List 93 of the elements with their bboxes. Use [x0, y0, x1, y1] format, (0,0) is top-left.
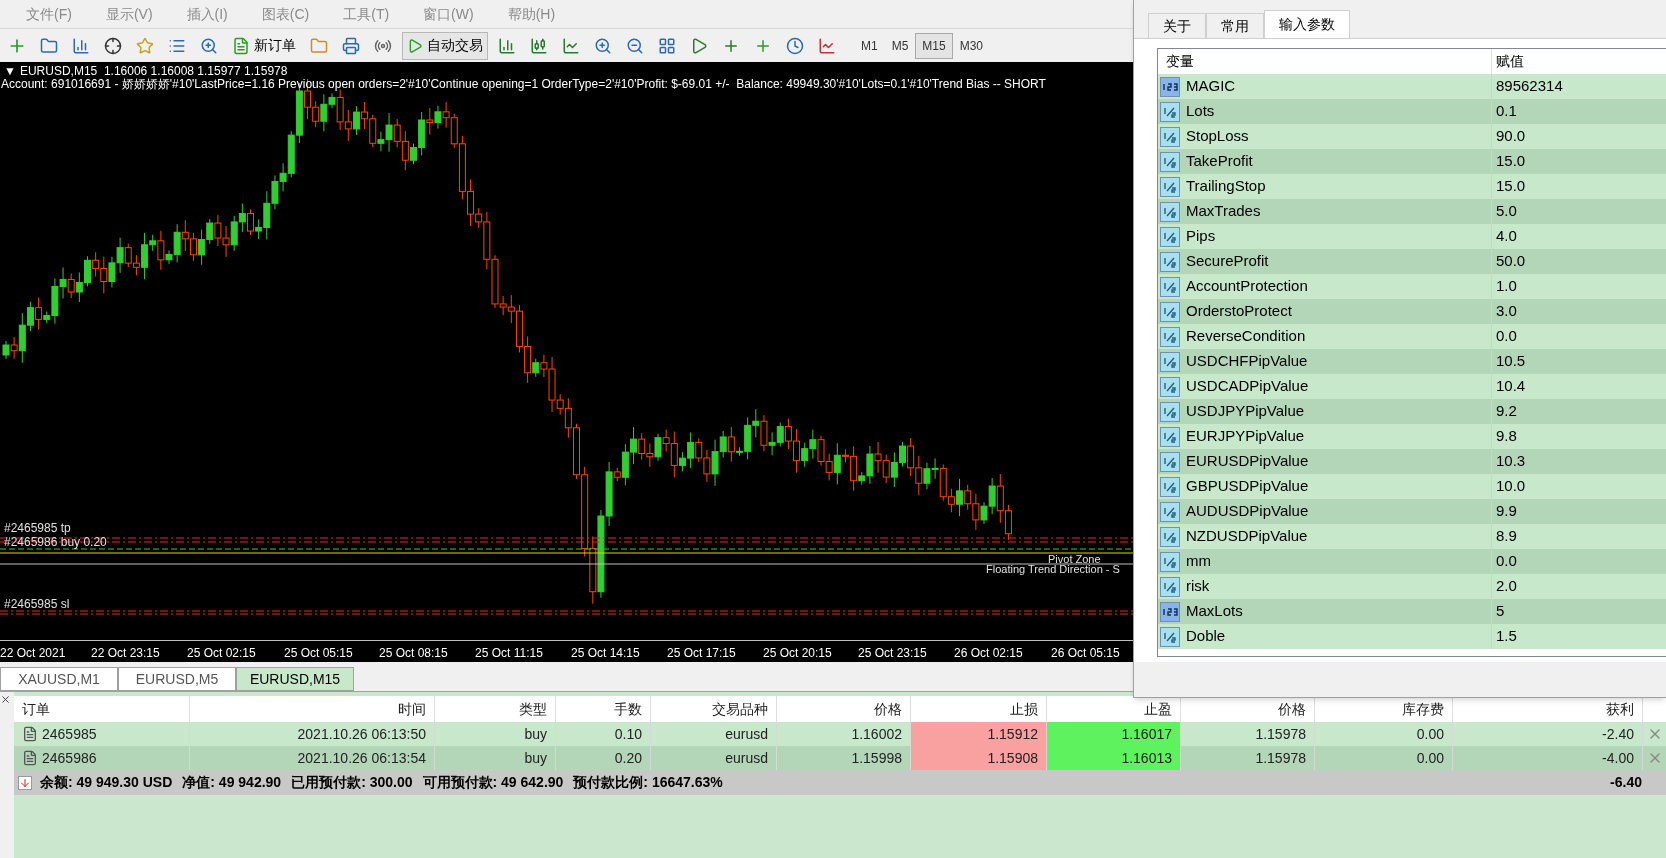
time-axis-label: 25 Oct 02:15 [187, 645, 256, 662]
time-axis-label: 25 Oct 05:15 [284, 645, 353, 662]
fraction-type-icon [1160, 176, 1180, 197]
column-header[interactable]: 赋值 [1492, 49, 1666, 74]
time-axis-label: 25 Oct 23:15 [858, 645, 927, 662]
parameter-value[interactable]: 15.0 [1492, 174, 1666, 199]
fraction-type-icon [1160, 501, 1180, 522]
chart-tab[interactable]: EURUSD,M15 [236, 667, 354, 691]
table-cell: 1.16017 [1047, 722, 1181, 746]
time-axis-label: 25 Oct 11:15 [475, 645, 543, 662]
fraction-type-icon [1160, 226, 1180, 247]
fraction-type-icon [1160, 276, 1180, 297]
document-icon [232, 36, 250, 55]
order-icon [22, 750, 38, 766]
parameter-value[interactable]: 5.0 [1492, 199, 1666, 224]
fraction-type-icon [1160, 251, 1180, 272]
time-axis-label: 22 Oct 2021 [0, 645, 66, 662]
period-button[interactable]: M15 [915, 32, 953, 59]
parameter-value[interactable]: 9.9 [1492, 499, 1666, 524]
account-summary-item: 可用预付款: 49 642.90 [422, 773, 564, 792]
fraction-type-icon [1160, 151, 1180, 172]
account-summary-item: 已用预付款: 300.00 [291, 773, 413, 792]
chart-tab[interactable]: XAUUSD,M1 [0, 667, 118, 691]
parameter-value[interactable]: 3.0 [1492, 299, 1666, 324]
dialog-tab[interactable]: 关于 [1148, 13, 1206, 38]
parameter-value[interactable]: 10.4 [1492, 374, 1666, 399]
table-cell: 1.15908 [911, 746, 1047, 770]
account-summary-item: 预付款比例: 16647.63% [573, 773, 723, 792]
integer-type-icon [1160, 601, 1180, 622]
time-axis-label: 22 Oct 23:15 [91, 645, 160, 662]
parameter-value[interactable]: 4.0 [1492, 224, 1666, 249]
fraction-type-icon [1160, 426, 1180, 447]
order-icon [22, 726, 38, 742]
parameter-value[interactable]: 10.0 [1492, 474, 1666, 499]
parameter-value[interactable]: 0.0 [1492, 549, 1666, 574]
table-cell: 1.16013 [1047, 746, 1181, 770]
play-icon [407, 37, 423, 54]
dialog-tab[interactable]: 输入参数 [1264, 10, 1350, 38]
fraction-type-icon [1160, 526, 1180, 547]
fraction-type-icon [1160, 626, 1180, 647]
parameter-value[interactable]: 15.0 [1492, 149, 1666, 174]
parameter-value[interactable]: 9.8 [1492, 424, 1666, 449]
dialog-tab[interactable]: 常用 [1206, 13, 1264, 38]
fraction-type-icon [1160, 376, 1180, 397]
pivot-zone-label: Pivot Zone [1048, 553, 1101, 565]
chart-symbol-header: EURUSD,M15 1.16006 1.16008 1.15977 1.15978 [19, 64, 288, 78]
parameter-name[interactable]: Doble [1158, 624, 1492, 649]
fraction-type-icon [1160, 101, 1180, 122]
parameter-value[interactable]: 1.0 [1492, 274, 1666, 299]
parameter-value[interactable]: 50.0 [1492, 249, 1666, 274]
trend-direction-label: Floating Trend Direction - S [986, 563, 1120, 575]
fraction-type-icon [1160, 551, 1180, 572]
order-line-label: #2465985 sl [4, 598, 70, 611]
auto-trading-button[interactable]: 自动交易 [402, 31, 488, 60]
total-profit: -6.40 [1610, 773, 1642, 792]
fraction-type-icon [1160, 201, 1180, 222]
parameter-value[interactable]: 2.0 [1492, 574, 1666, 599]
period-button[interactable]: M5 [884, 32, 916, 59]
time-axis-label: 25 Oct 20:15 [763, 645, 832, 662]
time-axis-label: 25 Oct 17:15 [667, 645, 736, 662]
period-button[interactable]: M30 [952, 32, 991, 59]
parameter-value[interactable]: 5 [1492, 599, 1666, 624]
fraction-type-icon [1160, 576, 1180, 597]
account-summary-item: 净值: 49 942.90 [182, 773, 282, 792]
fraction-type-icon [1160, 301, 1180, 322]
parameter-value[interactable]: 0.0 [1492, 324, 1666, 349]
table-cell: 1.15912 [911, 722, 1047, 746]
fraction-type-icon [1160, 476, 1180, 497]
fraction-type-icon [1160, 351, 1180, 372]
parameter-value[interactable]: 8.9 [1492, 524, 1666, 549]
parameter-value[interactable]: 89562314 [1492, 74, 1666, 99]
chart-tab[interactable]: EURUSD,M5 [118, 667, 236, 691]
period-button[interactable]: M1 [854, 32, 885, 59]
time-axis-label: 26 Oct 02:15 [954, 645, 1023, 662]
parameter-value[interactable]: 10.3 [1492, 449, 1666, 474]
integer-type-icon [1160, 76, 1180, 97]
account-summary-item: 余额: 49 949.30 USD [40, 773, 173, 792]
time-axis-label: 26 Oct 05:15 [1051, 645, 1120, 662]
parameter-value[interactable]: 1.5 [1492, 624, 1666, 649]
collapse-glyph[interactable]: ▼ [4, 64, 16, 78]
time-axis-label: 25 Oct 08:15 [379, 645, 448, 662]
close-icon[interactable] [0, 694, 11, 705]
parameter-value[interactable]: 90.0 [1492, 124, 1666, 149]
parameter-value[interactable]: 0.1 [1492, 99, 1666, 124]
fraction-type-icon [1160, 326, 1180, 347]
fraction-type-icon [1160, 401, 1180, 422]
fraction-type-icon [1160, 126, 1180, 147]
parameter-value[interactable]: 9.2 [1492, 399, 1666, 424]
parameter-value[interactable]: 10.5 [1492, 349, 1666, 374]
order-line-label: #2465985 tp [4, 522, 71, 535]
time-axis-label: 25 Oct 14:15 [571, 645, 640, 662]
fraction-type-icon [1160, 451, 1180, 472]
new-order-button[interactable]: 新订单 [228, 31, 300, 60]
